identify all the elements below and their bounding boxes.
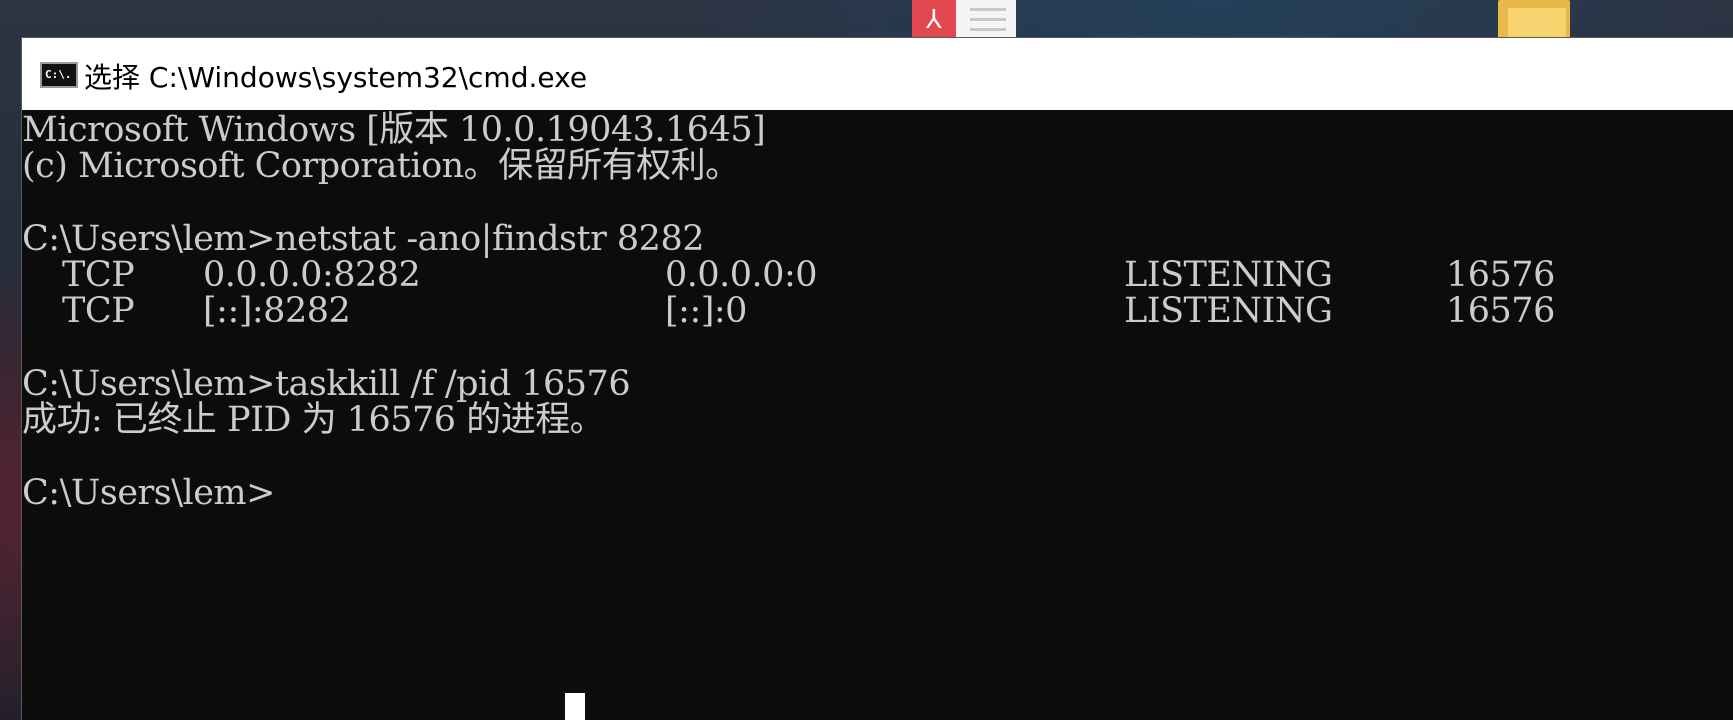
- command-prompt[interactable]: C:\Users\lem>: [22, 473, 275, 513]
- banner-line-copyright: (c) Microsoft Corporation。保留所有权利。: [22, 146, 740, 186]
- netstat-row: TCP [::]:8282 [::]:0 LISTENING 16576: [22, 291, 1733, 331]
- netstat-state: LISTENING: [1124, 291, 1333, 331]
- window-title: 选择 C:\Windows\system32\cmd.exe: [84, 61, 588, 94]
- cmd-window[interactable]: C:\. 选择 C:\Windows\system32\cmd.exe Micr…: [22, 38, 1733, 720]
- pdf-file-icon[interactable]: ⅄: [912, 0, 1022, 42]
- banner-line-version: Microsoft Windows [版本 10.0.19043.1645]: [22, 110, 766, 150]
- netstat-pid: 16576: [1446, 255, 1555, 295]
- command-taskkill: C:\Users\lem>taskkill /f /pid 16576: [22, 364, 631, 404]
- console-cursor: [565, 693, 585, 720]
- netstat-row: TCP 0.0.0.0:8282 0.0.0.0:0 LISTENING 165…: [22, 255, 1733, 295]
- netstat-local-address: [::]:8282: [203, 291, 351, 331]
- pdf-badge-icon: ⅄: [912, 0, 956, 40]
- document-page-icon: [956, 0, 1016, 40]
- folder-icon[interactable]: [1498, 0, 1570, 40]
- netstat-state: LISTENING: [1124, 255, 1333, 295]
- title-bar[interactable]: C:\. 选择 C:\Windows\system32\cmd.exe: [22, 38, 1733, 111]
- command-netstat: C:\Users\lem>netstat -ano|findstr 8282: [22, 219, 705, 259]
- netstat-local-address: 0.0.0.0:8282: [203, 255, 421, 295]
- netstat-proto: TCP: [62, 291, 135, 331]
- netstat-proto: TCP: [62, 255, 135, 295]
- netstat-foreign-address: [::]:0: [665, 291, 747, 331]
- taskkill-result: 成功: 已终止 PID 为 16576 的进程。: [22, 400, 605, 440]
- console-output[interactable]: Microsoft Windows [版本 10.0.19043.1645] (…: [22, 110, 1733, 720]
- netstat-foreign-address: 0.0.0.0:0: [665, 255, 818, 295]
- netstat-pid: 16576: [1446, 291, 1555, 331]
- cmd-icon[interactable]: C:\.: [40, 62, 78, 88]
